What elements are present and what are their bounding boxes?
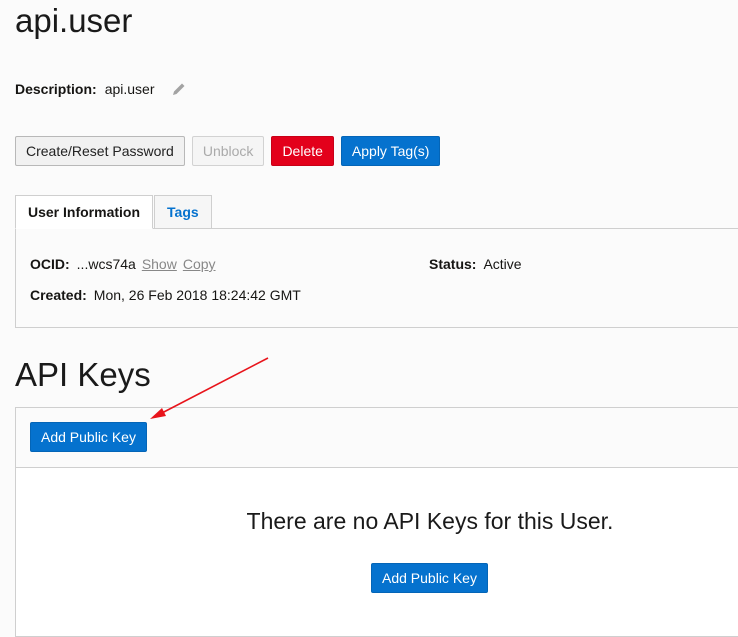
show-ocid-link[interactable]: Show: [142, 256, 177, 272]
tab-user-information[interactable]: User Information: [15, 195, 154, 229]
tab-tags[interactable]: Tags: [154, 195, 212, 229]
unblock-button[interactable]: Unblock: [191, 136, 265, 166]
create-reset-password-button[interactable]: Create/Reset Password: [15, 136, 185, 166]
ocid-label: OCID:: [30, 256, 70, 272]
empty-state-message: There are no API Keys for this User.: [246, 508, 614, 534]
user-actions-toolbar: Create/Reset Password Unblock Delete App…: [15, 136, 447, 166]
detail-tabs: User Information Tags: [15, 195, 213, 229]
status-label: Status:: [429, 256, 477, 272]
created-label: Created:: [30, 287, 87, 303]
add-public-key-button[interactable]: Add Public Key: [30, 422, 147, 452]
apply-tags-button[interactable]: Apply Tag(s): [340, 136, 441, 166]
api-keys-panel: Add Public Key There are no API Keys for…: [15, 407, 738, 637]
ocid-row: OCID: ...wcs74a Show Copy: [30, 256, 216, 272]
page-title: api.user: [15, 2, 133, 39]
description-value: api.user: [104, 81, 155, 97]
pencil-icon[interactable]: [171, 81, 187, 97]
status-value: Active: [483, 256, 522, 272]
user-information-panel: OCID: ...wcs74a Show Copy Status: Active…: [15, 228, 738, 328]
created-value: Mon, 26 Feb 2018 18:24:42 GMT: [93, 287, 301, 303]
created-row: Created: Mon, 26 Feb 2018 18:24:42 GMT: [30, 287, 301, 303]
description-row: Description: api.user: [15, 79, 187, 99]
description-label: Description:: [15, 81, 97, 97]
api-keys-heading: API Keys: [15, 356, 151, 393]
ocid-value: ...wcs74a: [76, 256, 136, 272]
empty-state-add-public-key-button[interactable]: Add Public Key: [371, 563, 488, 593]
api-keys-toolbar: Add Public Key: [16, 408, 738, 468]
status-row: Status: Active: [429, 256, 522, 272]
copy-ocid-link[interactable]: Copy: [183, 256, 216, 272]
delete-button[interactable]: Delete: [271, 136, 334, 166]
